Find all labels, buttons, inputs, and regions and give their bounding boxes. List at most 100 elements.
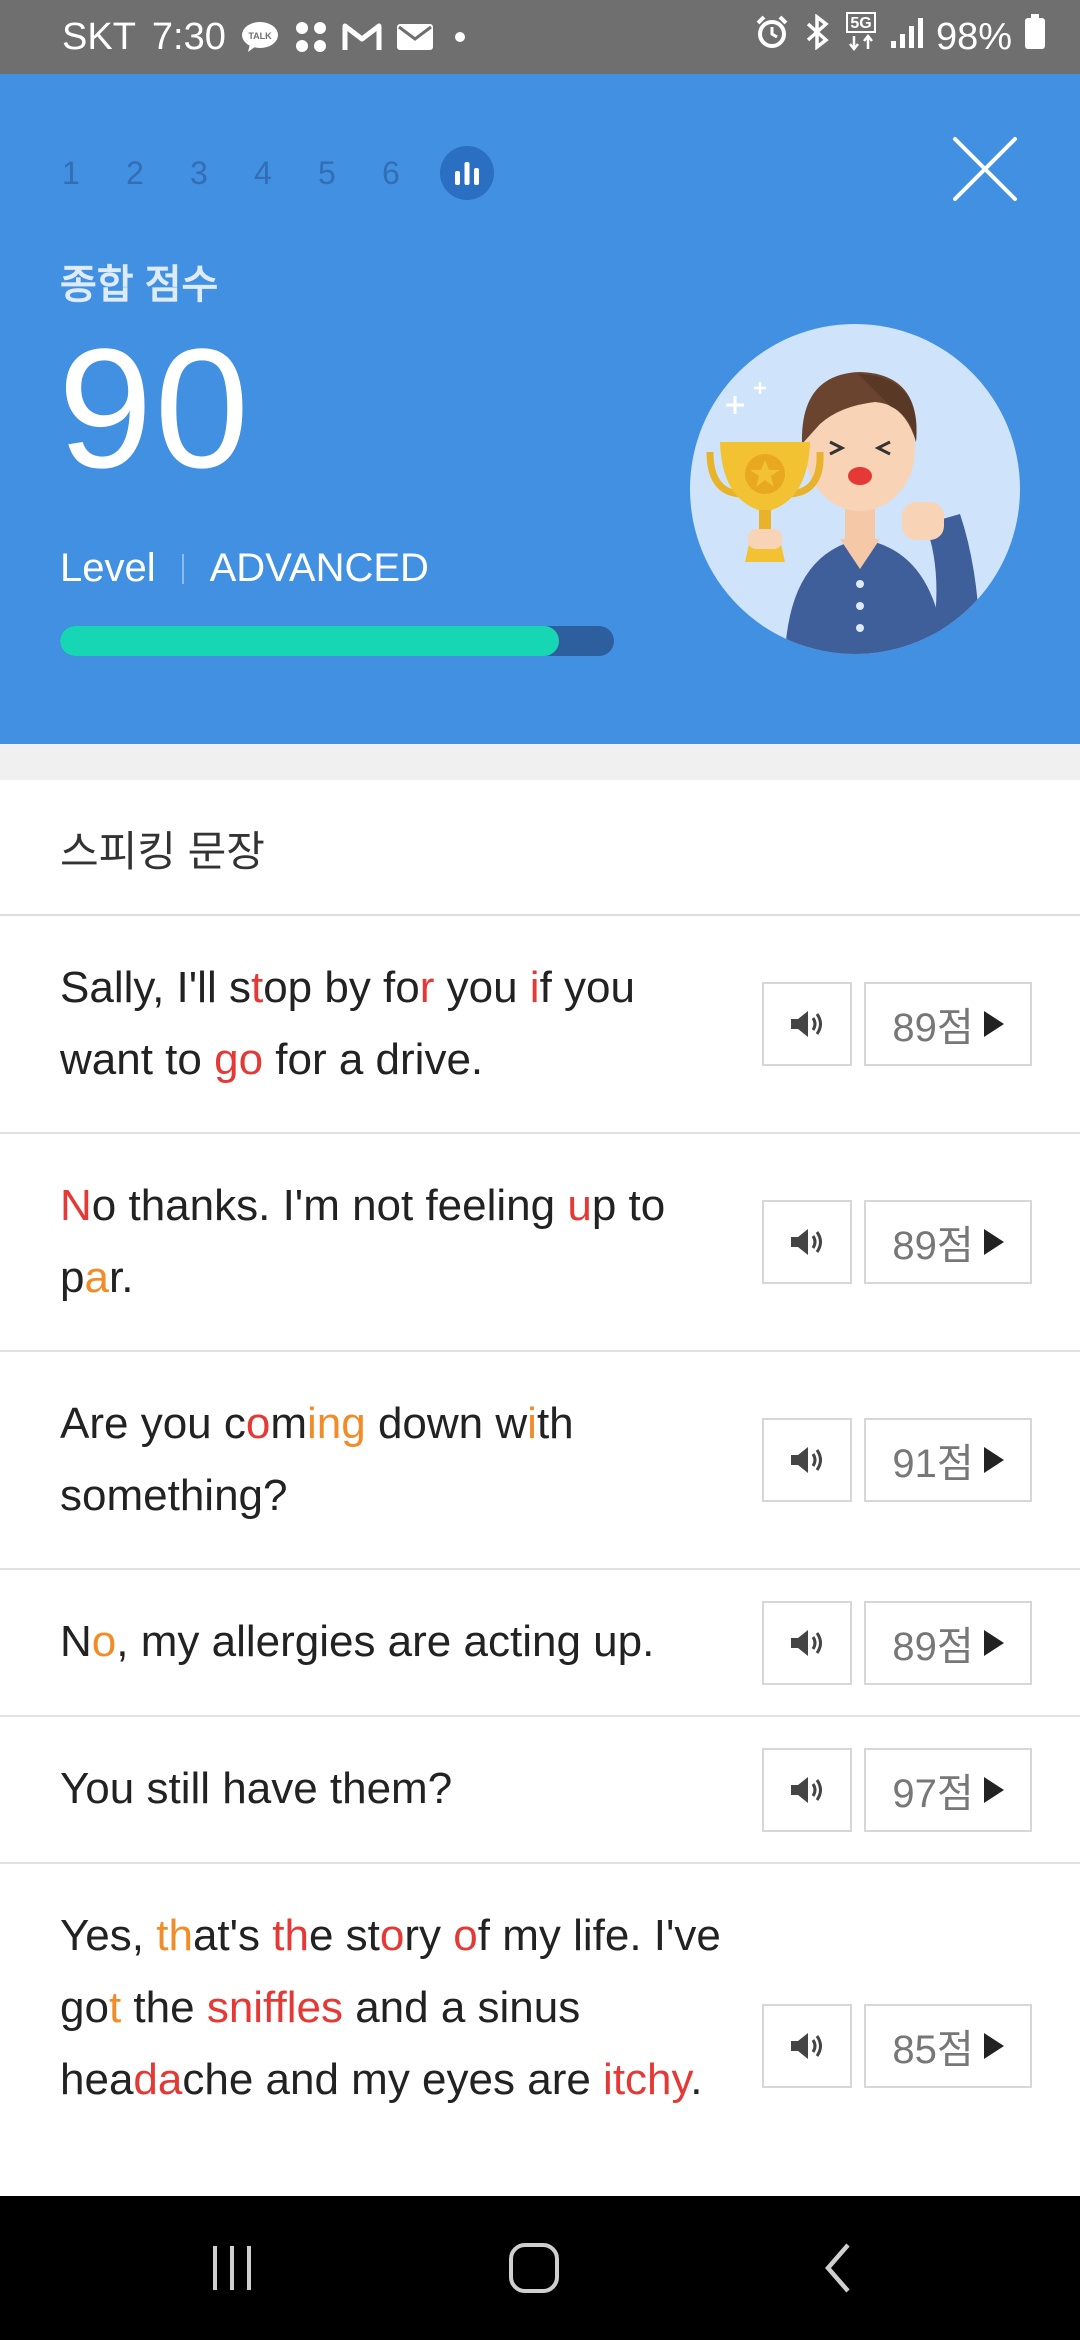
play-icon (983, 1777, 1004, 1803)
highlighted-text: o (453, 1911, 478, 1960)
home-icon[interactable] (494, 2232, 574, 2304)
close-icon[interactable] (950, 134, 1020, 204)
step-2[interactable]: 2 (126, 155, 190, 192)
sentence-segment: N (60, 1617, 92, 1666)
score-play-button[interactable]: 89점 (864, 1601, 1032, 1685)
highlighted-text: t (250, 963, 264, 1012)
signal-icon (890, 16, 924, 59)
kakaotalk-icon: TALK (240, 20, 280, 54)
system-navigation-bar (0, 2196, 1080, 2340)
highlighted-text: o (379, 1911, 405, 1960)
sentence-segment: for a drive. (263, 1035, 484, 1084)
highlighted-text: i (527, 1399, 537, 1448)
step-4[interactable]: 4 (254, 155, 318, 192)
speaker-icon[interactable] (762, 982, 852, 1066)
score-play-button[interactable]: 89점 (864, 982, 1032, 1066)
battery-icon (1024, 14, 1046, 60)
highlighted-text: o (91, 1617, 117, 1666)
level-label: Level (60, 546, 156, 590)
highlighted-text: i (529, 963, 540, 1012)
level-divider (181, 553, 184, 584)
level-row: Level ADVANCED (60, 546, 429, 591)
recent-apps-icon[interactable] (192, 2232, 272, 2304)
section-separator (0, 744, 1080, 780)
gmail-icon (342, 22, 382, 52)
list-item: Sally, I'll stop by for you if you want … (0, 916, 1080, 1134)
section-title: 스피킹 문장 (60, 828, 265, 875)
bar-chart-icon[interactable] (440, 146, 494, 200)
sentence-segment: at's (192, 1911, 273, 1960)
speaker-icon[interactable] (762, 1748, 852, 1832)
sentence-segment: r. (108, 1253, 134, 1302)
sentence-text: No thanks. I'm not feeling up to par. (60, 1170, 740, 1314)
highlighted-text: ing (307, 1399, 366, 1448)
speaker-icon[interactable] (762, 1200, 852, 1284)
score-header: 1 2 3 4 5 6 종합 점수 90 Level ADVANCED (0, 74, 1080, 744)
svg-text:5G: 5G (850, 15, 871, 32)
sentence-list: Sally, I'll stop by for you if you want … (0, 916, 1080, 2204)
highlighted-text: da (133, 2055, 183, 2104)
step-6[interactable]: 6 (382, 155, 446, 192)
sentence-segment: the (121, 1983, 207, 2032)
step-5[interactable]: 5 (318, 155, 382, 192)
sentence-text: No, my allergies are acting up. (60, 1606, 740, 1678)
play-icon (983, 1447, 1004, 1473)
highlighted-text: a (84, 1253, 109, 1302)
sentence-segment: , my allergies are acting up. (116, 1617, 655, 1666)
play-icon (983, 1229, 1004, 1255)
sentence-score: 89점 (892, 1006, 974, 1050)
step-navigation: 1 2 3 4 5 6 (62, 146, 494, 200)
score-play-button[interactable]: 89점 (864, 1200, 1032, 1284)
back-icon[interactable] (798, 2232, 878, 2304)
sentence-segment: ry (404, 1911, 454, 1960)
sentence-segment: Sally, I'll s (60, 963, 251, 1012)
sentence-text: You still have them? (60, 1753, 740, 1825)
sentence-text: Yes, that's the story of my life. I've g… (60, 1900, 740, 2116)
sentence-segment: op by fo (263, 963, 420, 1012)
step-3[interactable]: 3 (190, 155, 254, 192)
status-bar: SKT 7:30 TALK 5G 98% (0, 0, 1080, 74)
sentence-score: 89점 (892, 1625, 974, 1669)
sentence-text: Sally, I'll stop by for you if you want … (60, 952, 740, 1096)
score-play-button[interactable]: 97점 (864, 1748, 1032, 1832)
highlighted-text: t (108, 1983, 122, 2032)
level-progress-bar (60, 626, 614, 656)
list-item: No thanks. I'm not feeling up to par. 89… (0, 1134, 1080, 1352)
sentence-segment: Yes, (60, 1911, 157, 1960)
sentence-segment: You still have them? (60, 1764, 453, 1813)
sentence-segment: e st (308, 1911, 380, 1960)
sentence-segment: o thanks. I'm not feeling (91, 1181, 568, 1230)
sentence-segment: . (690, 2055, 703, 2104)
highlighted-text: itchy (603, 2055, 691, 2104)
svg-text:TALK: TALK (248, 31, 272, 41)
speaker-icon[interactable] (762, 1418, 852, 1502)
speaker-icon[interactable] (762, 1601, 852, 1685)
speaker-icon[interactable] (762, 2004, 852, 2088)
play-icon (983, 1630, 1004, 1656)
highlighted-text: r (419, 963, 435, 1012)
sentence-segment: you (434, 963, 530, 1012)
alarm-icon (754, 14, 790, 60)
sentence-score: 91점 (892, 1442, 974, 1486)
5g-icon: 5G (844, 12, 878, 62)
list-item: No, my allergies are acting up. 89점 (0, 1570, 1080, 1717)
sentence-segment: down w (365, 1399, 528, 1448)
list-item: Yes, that's the story of my life. I've g… (0, 1864, 1080, 2204)
highlighted-text: th (156, 1911, 193, 1960)
sentence-score: 89점 (892, 1224, 974, 1268)
score-play-button[interactable]: 91점 (864, 1418, 1032, 1502)
sentence-segment: che and my eyes are (182, 2055, 604, 2104)
highlighted-text: o (245, 1399, 271, 1448)
clock: 7:30 (151, 15, 226, 58)
battery-level: 98% (935, 15, 1012, 58)
score-play-button[interactable]: 85점 (864, 2004, 1032, 2088)
trophy-character-illustration (690, 324, 1020, 654)
highlighted-text: sniffles (206, 1983, 343, 2032)
mail-icon (396, 22, 434, 52)
apps-icon (294, 20, 328, 54)
level-value: ADVANCED (209, 546, 429, 590)
highlighted-text: N (60, 1181, 92, 1230)
carrier-label: SKT (62, 15, 136, 58)
sentence-score: 85점 (892, 2028, 974, 2072)
step-1[interactable]: 1 (62, 155, 126, 192)
